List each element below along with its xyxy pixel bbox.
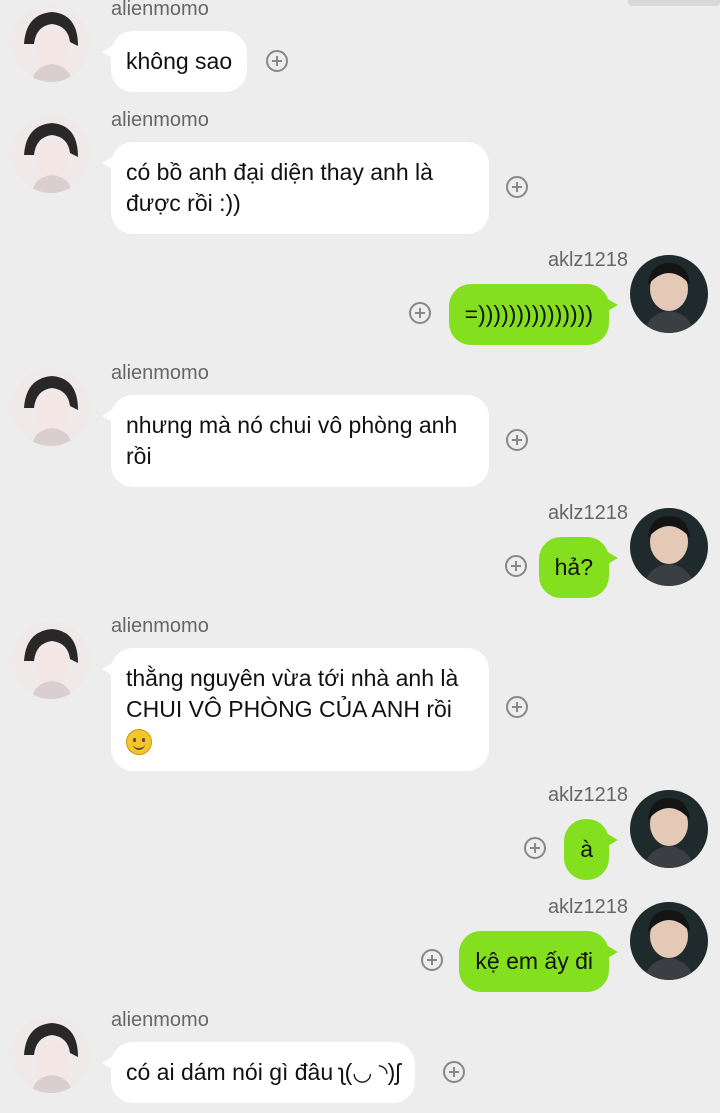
message-bubble[interactable]: hả? bbox=[538, 537, 619, 598]
message-bubble[interactable]: không sao bbox=[101, 31, 248, 92]
message-bubble[interactable]: kệ em ấy đi bbox=[459, 931, 618, 992]
avatar-aklz1218[interactable] bbox=[630, 790, 708, 868]
avatar-alienmomo[interactable] bbox=[12, 4, 90, 82]
message-text: nhưng mà nó chui vô phòng anh bbox=[126, 412, 458, 438]
avatar-alienmomo[interactable] bbox=[12, 115, 90, 193]
message-bubble[interactable]: =))))))))))))))) bbox=[448, 284, 619, 345]
message-text: thằng nguyên vừa tới nhà anh là bbox=[126, 665, 459, 691]
message-text: kệ em ấy đi bbox=[475, 948, 593, 974]
message-text: hả? bbox=[554, 554, 593, 580]
message-bubble[interactable]: nhưng mà nó chui vô phòng anh rồi bbox=[102, 395, 489, 487]
message-bubble[interactable]: có bồ anh đại diện thay anh là được rồi … bbox=[102, 142, 489, 234]
message-text: à bbox=[580, 836, 593, 862]
message-text: có ai dám nói gì đâu ʅ(◡ ◝)ʃ bbox=[126, 1059, 401, 1085]
sender-name: aklz1218 bbox=[547, 502, 628, 524]
message-text: rồi bbox=[126, 443, 152, 469]
sender-name: alienmomo bbox=[111, 615, 209, 637]
plus-circle-icon[interactable] bbox=[409, 302, 431, 324]
avatar-aklz1218[interactable] bbox=[630, 255, 708, 333]
message-bubble[interactable]: à bbox=[564, 819, 618, 880]
plus-circle-icon[interactable] bbox=[421, 949, 443, 971]
message-text: CHUI VÔ PHÒNG CỦA ANH rồi bbox=[126, 696, 452, 722]
avatar-alienmomo[interactable] bbox=[12, 621, 90, 699]
message-bubble[interactable]: có ai dám nói gì đâu ʅ(◡ ◝)ʃ bbox=[101, 1042, 416, 1103]
sender-name: alienmomo bbox=[111, 0, 209, 20]
plus-circle-icon[interactable] bbox=[266, 50, 288, 72]
emoji-line bbox=[126, 725, 474, 756]
sender-name: alienmomo bbox=[111, 362, 209, 384]
plus-circle-icon[interactable] bbox=[524, 837, 546, 859]
avatar-aklz1218[interactable] bbox=[630, 902, 708, 980]
sender-name: aklz1218 bbox=[547, 784, 628, 806]
plus-circle-icon[interactable] bbox=[443, 1061, 465, 1083]
plus-circle-icon[interactable] bbox=[506, 696, 528, 718]
smiling-face-emoji bbox=[126, 728, 152, 755]
plus-circle-icon[interactable] bbox=[505, 555, 527, 577]
avatar-alienmomo[interactable] bbox=[12, 1015, 90, 1093]
message-text: =))))))))))))))) bbox=[464, 301, 593, 327]
message-text: không sao bbox=[126, 48, 233, 74]
top-scroll-tab bbox=[628, 0, 720, 6]
plus-circle-icon[interactable] bbox=[506, 429, 528, 451]
avatar-aklz1218[interactable] bbox=[630, 508, 708, 586]
avatar-alienmomo[interactable] bbox=[12, 368, 90, 446]
message-bubble[interactable]: thằng nguyên vừa tới nhà anh là CHUI VÔ … bbox=[102, 648, 489, 771]
sender-name: aklz1218 bbox=[547, 896, 628, 918]
message-text: được rồi :)) bbox=[126, 190, 241, 216]
message-text: có bồ anh đại diện thay anh là bbox=[126, 159, 433, 185]
sender-name: alienmomo bbox=[111, 109, 209, 131]
sender-name: aklz1218 bbox=[547, 249, 628, 271]
plus-circle-icon[interactable] bbox=[506, 176, 528, 198]
sender-name: alienmomo bbox=[111, 1009, 209, 1031]
